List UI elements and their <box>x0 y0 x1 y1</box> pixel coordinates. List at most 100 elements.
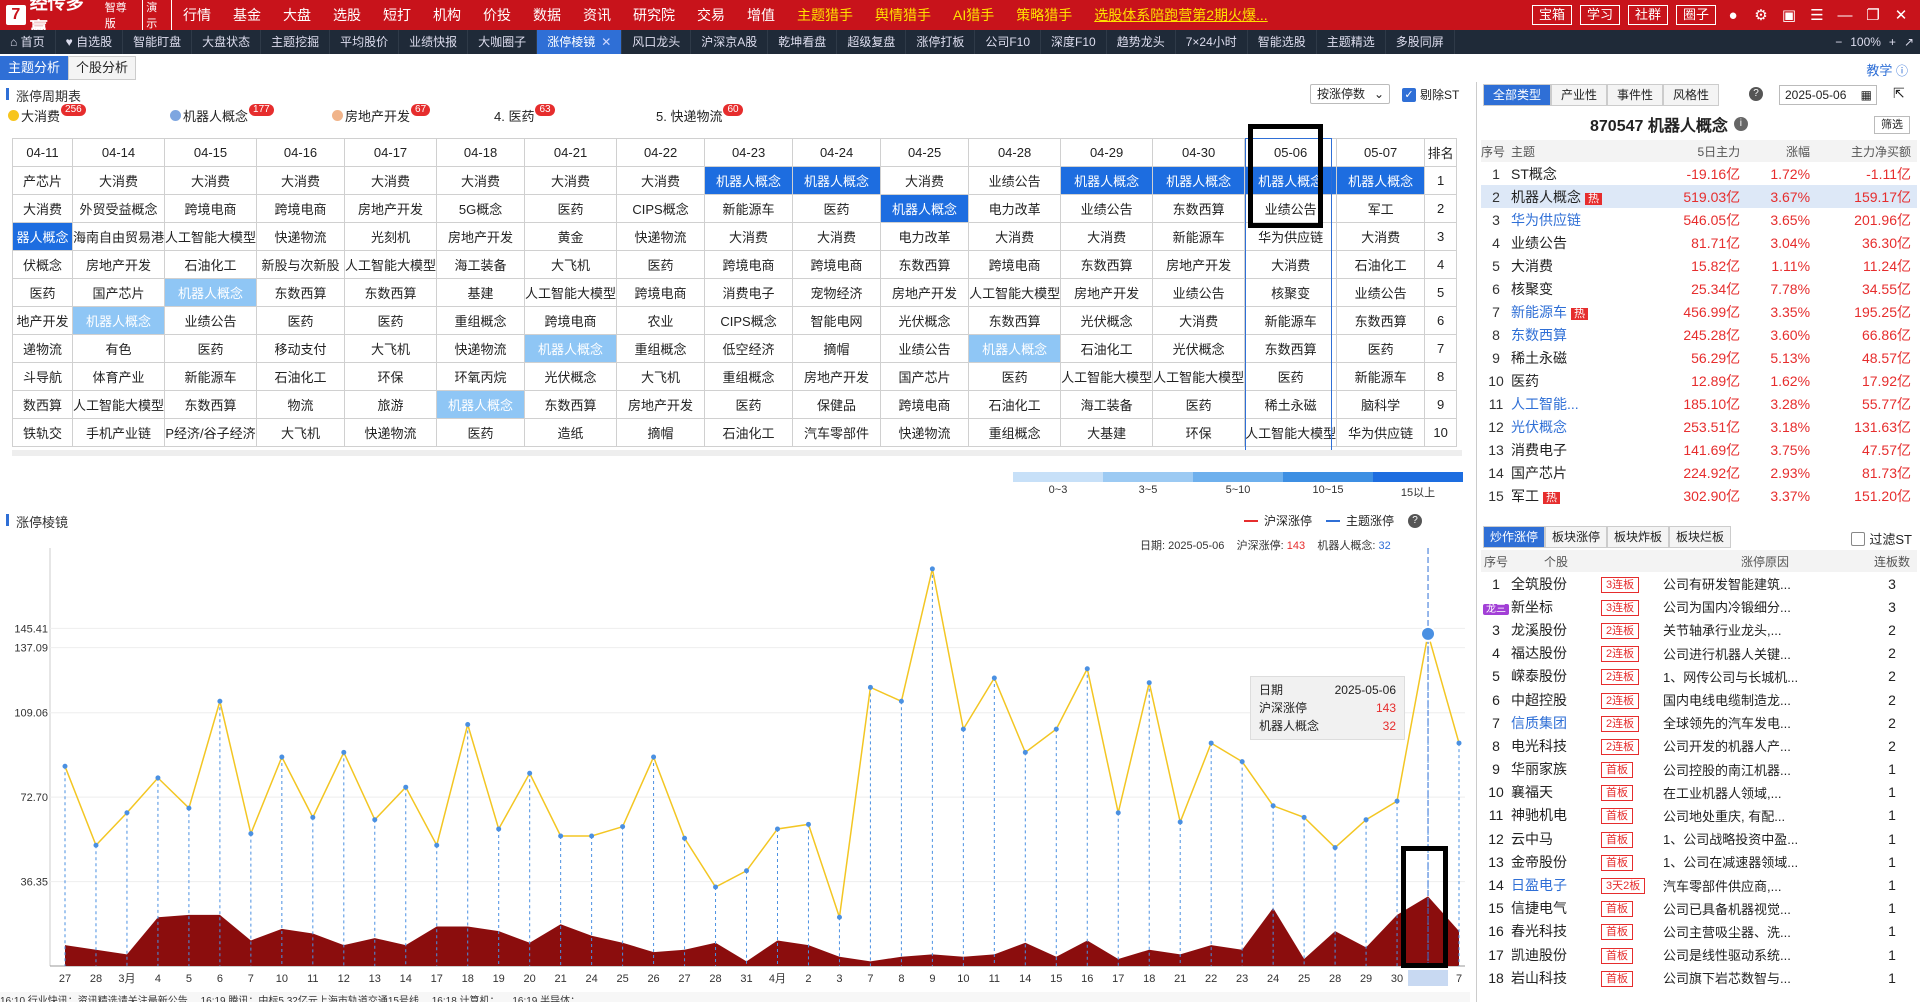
nav-tab-6[interactable]: 业绩快报 <box>399 30 469 54</box>
theme-cell[interactable]: 人工智能大模型 <box>71 390 166 419</box>
theme-cell[interactable]: 大消费 <box>1244 250 1338 279</box>
theme-cell[interactable]: 医药 <box>344 306 438 335</box>
theme-cell[interactable]: 农业 <box>616 306 706 335</box>
date-header[interactable]: 04-14 <box>71 138 166 167</box>
date-header[interactable]: 04-15 <box>164 138 258 167</box>
teach-link[interactable]: 教学 ⓘ <box>1866 60 1908 79</box>
theme-cell[interactable]: 机器人概念 <box>880 194 970 223</box>
theme-cell[interactable]: 消费电子 <box>704 278 794 307</box>
concept-name-cell[interactable]: 稀土永磁 <box>1511 346 1650 369</box>
cycle-legend-item[interactable]: 大消费 256 <box>8 103 86 125</box>
theme-cell[interactable]: 医药 <box>792 194 882 223</box>
theme-cell[interactable]: 机器人概念 <box>71 306 166 335</box>
theme-cell[interactable]: 医药 <box>524 194 618 223</box>
stock-row[interactable]: 12 云中马 首板 1、公司战略投资中盈... 1 <box>1481 827 1917 850</box>
menu-item-4[interactable]: 短打 <box>372 5 422 25</box>
stock-col-header[interactable]: 序号 <box>1481 550 1511 572</box>
limit-up-tab[interactable]: 板块炸板 <box>1607 526 1670 548</box>
theme-cell[interactable]: 斗导航 <box>12 362 73 391</box>
theme-cell[interactable]: 医药 <box>616 250 706 279</box>
cycle-legend-item[interactable]: 4. 医药 63 <box>494 103 555 125</box>
menu-item-10[interactable]: 交易 <box>686 5 736 25</box>
concept-name-cell[interactable]: 东数西算 <box>1511 323 1650 346</box>
date-header[interactable]: 05-07 <box>1336 138 1426 167</box>
theme-cell[interactable]: 医药 <box>1336 334 1426 363</box>
theme-cell[interactable]: 新能源车 <box>1152 222 1246 251</box>
theme-cell[interactable]: 新股与次新股 <box>256 250 346 279</box>
nav-tab-13[interactable]: 涨停打板 <box>906 30 976 54</box>
theme-cell[interactable]: 重组概念 <box>704 362 794 391</box>
theme-cell[interactable]: 业绩公告 <box>1336 278 1426 307</box>
teach-label[interactable]: 教学 <box>1866 63 1892 78</box>
concept-name-cell[interactable]: 业绩公告 <box>1511 231 1650 254</box>
stock-name[interactable]: 日盈电子 <box>1511 873 1601 896</box>
theme-cell[interactable]: 东数西算 <box>344 278 438 307</box>
theme-cell[interactable]: 数西算 <box>12 390 73 419</box>
stock-row[interactable]: 18 岩山科技 首板 公司旗下岩芯数智与... 1 <box>1481 966 1917 989</box>
date-header[interactable]: 04-24 <box>792 138 882 167</box>
theme-cell[interactable]: 光伏概念 <box>1152 334 1246 363</box>
theme-cell[interactable]: 汽车零部件 <box>792 418 882 447</box>
concept-name-cell[interactable]: 军工热 <box>1511 484 1650 507</box>
nav-tab-1[interactable]: ♥ 自选股 <box>56 30 124 54</box>
theme-cell[interactable]: 海南自由贸易港 <box>71 222 166 251</box>
nav-tab-4[interactable]: 主题挖掘 <box>261 30 331 54</box>
stock-row[interactable]: 16 春光科技 首板 公司主营吸尘器、洗... 1 <box>1481 920 1917 943</box>
limit-reason[interactable]: 公司地处重庆, 有配... <box>1663 804 1867 827</box>
theme-cell[interactable]: 跨境电商 <box>256 194 346 223</box>
help-icon[interactable]: ? <box>1408 513 1423 528</box>
menu-item-16[interactable]: 选股体系陪跑营第2期火爆... <box>1083 5 1278 25</box>
theme-cell[interactable]: 业绩公告 <box>968 166 1062 195</box>
date-header[interactable]: 04-29 <box>1060 138 1154 167</box>
theme-cell[interactable]: 大基建 <box>1060 418 1154 447</box>
stock-name[interactable]: 春光科技 <box>1511 920 1601 943</box>
theme-cell[interactable]: 石油化工 <box>256 362 346 391</box>
theme-cell[interactable]: 产芯片 <box>12 166 73 195</box>
filter-button[interactable]: 筛选 <box>1874 116 1910 134</box>
nav-tab-17[interactable]: 7×24小时 <box>1176 30 1248 54</box>
concept-col-header[interactable]: 主题 <box>1511 140 1651 162</box>
limit-reason[interactable]: 1、公司战略投资中盈... <box>1663 827 1867 850</box>
theme-cell[interactable]: 大飞机 <box>616 362 706 391</box>
theme-cell[interactable]: 环保 <box>1152 418 1246 447</box>
theme-cell[interactable]: 物流 <box>256 390 346 419</box>
theme-cell[interactable]: 保健品 <box>792 390 882 419</box>
theme-cell[interactable]: 铁轨交 <box>12 418 73 447</box>
exclude-st-checkbox[interactable]: ✓ 剔除ST <box>1402 86 1459 103</box>
limit-reason[interactable]: 公司主营吸尘器、洗... <box>1663 920 1867 943</box>
theme-cell[interactable]: 移动支付 <box>256 334 346 363</box>
theme-cell[interactable]: 东数西算 <box>524 390 618 419</box>
theme-cell[interactable]: 基建 <box>436 278 526 307</box>
menu-item-2[interactable]: 大盘 <box>272 5 322 25</box>
menu-item-15[interactable]: 策略猎手 <box>1005 5 1083 25</box>
concept-row[interactable]: 3 华为供应链 546.05亿 3.65% 201.96亿 <box>1481 208 1917 231</box>
stock-row[interactable]: 7 信质集团 2连板 全球领先的汽车发电... 2 <box>1481 711 1917 734</box>
theme-cell[interactable]: 黄金 <box>524 222 618 251</box>
menu-item-11[interactable]: 增值 <box>736 5 786 25</box>
theme-cell[interactable]: 人工智能大模型 <box>164 222 258 251</box>
menu-item-1[interactable]: 基金 <box>222 5 272 25</box>
theme-cell[interactable]: 稀土永磁 <box>1244 390 1338 419</box>
stock-row[interactable]: 13 金帝股份 首板 1、公司在减速器领域... 1 <box>1481 850 1917 873</box>
stock-name[interactable]: 金帝股份 <box>1511 850 1601 873</box>
concept-name-cell[interactable]: 医药 <box>1511 369 1650 392</box>
stock-row[interactable]: 15 信捷电气 首板 公司已具备机器视觉... 1 <box>1481 897 1917 920</box>
stock-name[interactable]: 福达股份 <box>1511 642 1601 665</box>
theme-cell[interactable]: 房地产开发 <box>1060 278 1154 307</box>
nav-tab-9[interactable]: 风口龙头 <box>622 30 692 54</box>
limit-reason[interactable]: 1、公司在减速器领域... <box>1663 850 1867 873</box>
theme-cell[interactable]: 快递物流 <box>880 418 970 447</box>
concept-row[interactable]: 8 东数西算 245.28亿 3.60% 66.86亿 <box>1481 323 1917 346</box>
question-icon[interactable]: ⓘ <box>1896 64 1908 78</box>
theme-cell[interactable]: 业绩公告 <box>880 334 970 363</box>
theme-cell[interactable]: 重组概念 <box>968 418 1062 447</box>
date-header[interactable]: 04-17 <box>344 138 438 167</box>
filter-st-checkbox[interactable]: 过滤ST <box>1851 529 1912 548</box>
theme-cell[interactable]: 跨境电商 <box>968 250 1062 279</box>
concept-row[interactable]: 4 业绩公告 81.71亿 3.04% 36.30亿 <box>1481 231 1917 254</box>
theme-cell[interactable]: 人工智能大模型 <box>1152 362 1246 391</box>
theme-cell[interactable]: 医药 <box>436 418 526 447</box>
theme-cell[interactable]: 光伏概念 <box>1060 306 1154 335</box>
theme-cell[interactable]: 智能电网 <box>792 306 882 335</box>
limit-reason[interactable]: 全球领先的汽车发电... <box>1663 711 1867 734</box>
